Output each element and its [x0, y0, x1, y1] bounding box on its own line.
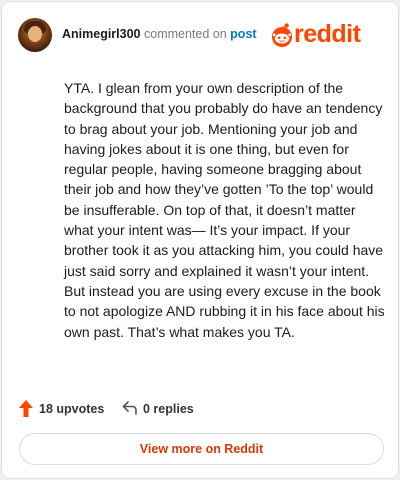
comment-header: Animegirl300 commented on post reddit — [18, 18, 382, 54]
view-more-button[interactable]: View more on Reddit — [19, 433, 384, 465]
action-text: commented on — [144, 27, 227, 41]
avatar-face — [28, 26, 42, 42]
byline: Animegirl300 commented on post — [62, 27, 257, 41]
avatar[interactable] — [18, 18, 52, 52]
reddit-wordmark: reddit — [294, 20, 361, 48]
reply-button[interactable]: 0 replies — [122, 399, 202, 419]
post-link[interactable]: post — [230, 27, 256, 41]
reply-arrow-icon — [122, 401, 137, 415]
upvote-count: 18 upvotes — [39, 402, 105, 416]
username-link[interactable]: Animegirl300 — [62, 27, 141, 41]
reddit-snoo-icon — [271, 23, 292, 47]
reply-count: 0 replies — [143, 402, 194, 416]
upvote-arrow-icon — [19, 400, 33, 417]
upvote-button[interactable]: 18 upvotes — [19, 399, 109, 419]
reddit-logo[interactable]: reddit — [270, 20, 382, 50]
comment-card: Animegirl300 commented on post reddit YT… — [1, 1, 399, 479]
comment-body: YTA. I glean from your own description o… — [64, 80, 385, 340]
